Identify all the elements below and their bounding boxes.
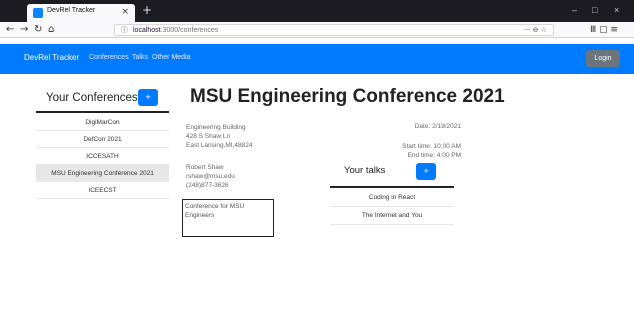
conference-times: Start time: 10:00 AM End time: 4:00 PM [402, 142, 461, 160]
add-talk-button[interactable]: + [416, 163, 436, 180]
main-content: Your Conferences + DigiMarCon DefCon 202… [0, 74, 634, 335]
nav-link-talks[interactable]: Talks [132, 54, 148, 61]
conference-title: MSU Engineering Conference 2021 [190, 86, 505, 107]
forward-arrow-icon[interactable]: → [20, 23, 28, 37]
maximize-icon[interactable]: □ [592, 4, 597, 16]
end-time: End time: 4:00 PM [407, 152, 461, 159]
tab-title: DevRel Tracker [47, 7, 96, 14]
minimize-icon[interactable]: – [572, 4, 577, 16]
url-host: localhost [133, 27, 161, 34]
new-tab-icon[interactable]: + [142, 3, 152, 17]
favicon-icon [33, 8, 43, 18]
home-icon[interactable]: ⌂ [48, 23, 54, 37]
address-bar[interactable]: ⓘ localhost:3000/conferences ··· ⊖ ☆ [114, 24, 554, 36]
back-arrow-icon[interactable]: ← [6, 23, 14, 37]
conference-item[interactable]: ICCESATH [36, 148, 169, 165]
app-navbar: DevRel Tracker Conferences Talks Other M… [0, 44, 634, 74]
window-close-icon[interactable]: × [614, 4, 619, 16]
reload-icon[interactable]: ↻ [34, 23, 42, 37]
sidebar-title: Your Conferences [46, 92, 138, 104]
divider [330, 186, 454, 188]
address-line: East Lansing,MI,48824 [186, 142, 253, 149]
site-info-icon[interactable]: ⓘ [121, 25, 128, 36]
contact-email: rshaw@msu.edu [186, 173, 235, 180]
address-line: Engineering Building [186, 124, 246, 131]
conference-item[interactable]: DigiMarCon [36, 114, 169, 131]
conference-description: Conference for MSU Engineers [182, 199, 274, 237]
conference-address: Engineering Building 428 S Shaw Ln East … [186, 123, 253, 150]
address-line: 428 S Shaw Ln [186, 133, 231, 140]
contact-name: Robert Shaw [186, 164, 224, 171]
contact-info: Robert Shaw rshaw@msu.edu (248)877-3626 [186, 163, 235, 190]
nav-link-other-media[interactable]: Other Media [152, 54, 191, 61]
url-actions-icons[interactable]: ··· ⊖ ☆ [524, 25, 547, 36]
add-conference-button[interactable]: + [138, 89, 158, 106]
url-path: :3000/conferences [160, 27, 219, 34]
conference-item[interactable]: ICEECST [36, 182, 169, 199]
conference-list: DigiMarCon DefCon 2021 ICCESATH MSU Engi… [36, 114, 169, 199]
contact-phone: (248)877-3626 [186, 182, 229, 189]
talk-item[interactable]: Coding in React [330, 189, 454, 207]
library-icons[interactable]: Ⅲ ▢ ≡ [590, 23, 618, 37]
talk-list: Coding in React The Internet and You [330, 189, 454, 225]
browser-tab-bar: DevRel Tracker × + – □ × [0, 0, 634, 22]
login-button[interactable]: Login [586, 50, 620, 67]
browser-toolbar: ← → ↻ ⌂ ⓘ localhost:3000/conferences ···… [0, 22, 634, 38]
conference-item[interactable]: DefCon 2021 [36, 131, 169, 148]
url-text[interactable]: localhost:3000/conferences [133, 25, 218, 36]
divider [36, 111, 169, 113]
browser-tab[interactable]: DevRel Tracker × [27, 4, 135, 22]
brand-link[interactable]: DevRel Tracker [24, 53, 79, 62]
conference-date: Date: 2/19/2021 [414, 123, 461, 130]
talks-heading: Your talks [344, 165, 386, 176]
conference-item-selected[interactable]: MSU Engineering Conference 2021 [36, 165, 169, 182]
nav-link-conferences[interactable]: Conferences [89, 54, 129, 61]
close-tab-icon[interactable]: × [121, 6, 129, 18]
start-time: Start time: 10:00 AM [402, 143, 461, 150]
talk-item[interactable]: The Internet and You [330, 207, 454, 225]
